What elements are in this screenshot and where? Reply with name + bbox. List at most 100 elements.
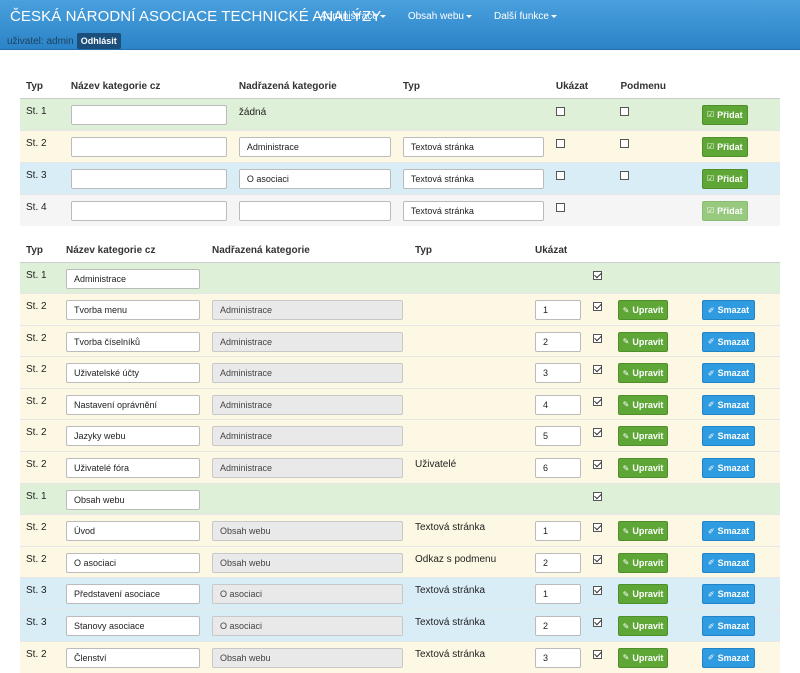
order-input[interactable] bbox=[535, 521, 581, 542]
edit-button[interactable]: ✎ Upravit bbox=[618, 331, 668, 352]
category-name-input[interactable] bbox=[66, 552, 200, 573]
name-input[interactable] bbox=[70, 136, 227, 157]
logout-button[interactable]: Odhlásit bbox=[76, 33, 121, 49]
delete-button[interactable]: ✐ Smazat bbox=[702, 458, 755, 479]
top-navbar: ČESKÁ NÁRODNÍ ASOCIACE TECHNICKÉ ANALÝZY… bbox=[0, 0, 800, 50]
edit-button[interactable]: ✎ Upravit bbox=[618, 394, 668, 415]
show-checkbox[interactable] bbox=[593, 396, 602, 406]
page-type-select[interactable] bbox=[402, 200, 544, 221]
order-input[interactable] bbox=[535, 647, 581, 668]
edit-button-label: Upravit bbox=[632, 557, 664, 568]
category-name-input[interactable] bbox=[66, 268, 200, 289]
show-checkbox[interactable] bbox=[593, 365, 602, 375]
category-name-input[interactable] bbox=[66, 584, 200, 605]
edit-button[interactable]: ✎ Upravit bbox=[618, 647, 668, 668]
category-name-input[interactable] bbox=[66, 647, 200, 668]
order-input[interactable] bbox=[535, 584, 581, 605]
page-type-select[interactable] bbox=[402, 168, 544, 189]
name-input[interactable] bbox=[70, 104, 227, 125]
parent-category-field bbox=[212, 426, 403, 447]
edit-button[interactable]: ✎ Upravit bbox=[618, 426, 668, 447]
delete-button[interactable]: ✐ Smazat bbox=[702, 647, 755, 668]
order-input[interactable] bbox=[535, 458, 581, 479]
submenu-checkbox[interactable] bbox=[620, 106, 630, 116]
parent-category-field bbox=[212, 458, 403, 479]
edit-button[interactable]: ✎ Upravit bbox=[618, 616, 668, 637]
row-level: St. 2 bbox=[20, 514, 60, 547]
category-name-input[interactable] bbox=[66, 521, 200, 542]
parent-select[interactable] bbox=[238, 168, 391, 189]
order-input[interactable] bbox=[535, 363, 581, 384]
order-input[interactable] bbox=[535, 426, 581, 447]
show-checkbox[interactable] bbox=[593, 428, 602, 438]
page-type-value: Textová stránka bbox=[409, 514, 529, 547]
show-checkbox[interactable] bbox=[555, 202, 565, 212]
show-checkbox[interactable] bbox=[593, 460, 602, 470]
show-checkbox[interactable] bbox=[593, 270, 602, 280]
nav-obsah-webu[interactable]: Obsah webu bbox=[408, 11, 472, 22]
delete-button[interactable]: ✐ Smazat bbox=[702, 363, 755, 384]
parent-select[interactable] bbox=[238, 200, 391, 221]
name-input[interactable] bbox=[70, 200, 227, 221]
order-input[interactable] bbox=[535, 552, 581, 573]
order-input[interactable] bbox=[535, 394, 581, 415]
page-type-value bbox=[409, 324, 529, 357]
edit-button[interactable]: ✎ Upravit bbox=[618, 521, 668, 542]
category-row: St. 2 Textová stránka ✎Upravit ✐Smazat bbox=[20, 514, 780, 547]
delete-button[interactable]: ✐ Smazat bbox=[702, 331, 755, 352]
parent-select[interactable] bbox=[238, 136, 391, 157]
add-button-disabled[interactable]: ☑ Přidat bbox=[701, 200, 748, 221]
delete-button[interactable]: ✐ Smazat bbox=[702, 426, 755, 447]
show-checkbox[interactable] bbox=[593, 649, 602, 659]
show-checkbox[interactable] bbox=[593, 523, 602, 533]
page-type-select[interactable] bbox=[402, 136, 544, 157]
delete-button[interactable]: ✐ Smazat bbox=[702, 616, 755, 637]
delete-button[interactable]: ✐ Smazat bbox=[702, 521, 755, 542]
add-button[interactable]: ☑ Přidat bbox=[701, 168, 748, 189]
edit-button[interactable]: ✎ Upravit bbox=[618, 300, 668, 321]
delete-button[interactable]: ✐ Smazat bbox=[702, 584, 755, 605]
submenu-checkbox[interactable] bbox=[620, 170, 630, 180]
category-name-input[interactable] bbox=[66, 300, 200, 321]
order-input[interactable] bbox=[535, 331, 581, 352]
show-checkbox[interactable] bbox=[593, 554, 602, 564]
delete-button[interactable]: ✐ Smazat bbox=[702, 300, 755, 321]
show-checkbox[interactable] bbox=[555, 170, 565, 180]
show-checkbox[interactable] bbox=[593, 618, 602, 628]
category-name-input[interactable] bbox=[66, 394, 200, 415]
category-row: St. 2 Uživatelé ✎Upravit ✐Smazat bbox=[20, 451, 780, 484]
category-name-input[interactable] bbox=[66, 458, 200, 479]
category-name-input[interactable] bbox=[66, 426, 200, 447]
submenu-checkbox[interactable] bbox=[620, 138, 630, 148]
add-button[interactable]: ☑ Přidat bbox=[701, 104, 748, 125]
show-checkbox[interactable] bbox=[593, 586, 602, 596]
name-input[interactable] bbox=[70, 168, 227, 189]
order-input[interactable] bbox=[535, 616, 581, 637]
show-checkbox[interactable] bbox=[593, 302, 602, 312]
show-checkbox[interactable] bbox=[593, 333, 602, 343]
col-action bbox=[695, 76, 780, 99]
edit-button[interactable]: ✎ Upravit bbox=[618, 552, 668, 573]
add-button[interactable]: ☑ Přidat bbox=[701, 136, 748, 157]
category-name-input[interactable] bbox=[66, 363, 200, 384]
delete-button[interactable]: ✐ Smazat bbox=[702, 552, 755, 573]
delete-button[interactable]: ✐ Smazat bbox=[702, 394, 755, 415]
check-square-icon: ☑ bbox=[706, 174, 715, 183]
show-checkbox[interactable] bbox=[555, 138, 565, 148]
order-input[interactable] bbox=[535, 300, 581, 321]
nav-administrace[interactable]: Administrace bbox=[320, 11, 386, 22]
show-checkbox[interactable] bbox=[593, 491, 602, 501]
edit-button[interactable]: ✎ Upravit bbox=[618, 363, 668, 384]
edit-button-label: Upravit bbox=[632, 463, 664, 474]
category-name-input[interactable] bbox=[66, 331, 200, 352]
eraser-icon: ✐ bbox=[707, 526, 715, 536]
show-checkbox[interactable] bbox=[555, 106, 565, 116]
edit-button[interactable]: ✎ Upravit bbox=[618, 584, 668, 605]
delete-button-label: Smazat bbox=[717, 431, 750, 442]
category-name-input[interactable] bbox=[66, 616, 200, 637]
edit-icon: ✎ bbox=[622, 305, 630, 315]
category-name-input[interactable] bbox=[66, 489, 200, 510]
nav-dalsi-funkce[interactable]: Další funkce bbox=[494, 11, 557, 22]
edit-button[interactable]: ✎ Upravit bbox=[618, 458, 668, 479]
page-type-value bbox=[409, 356, 529, 389]
